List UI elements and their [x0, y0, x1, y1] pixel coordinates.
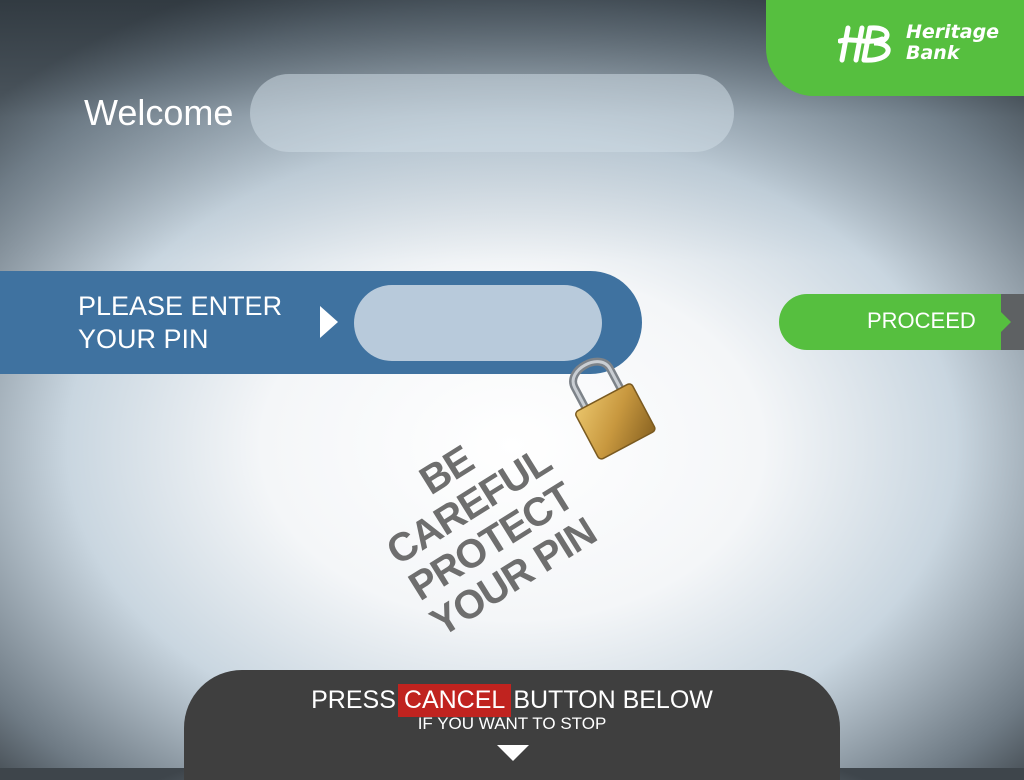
proceed-label: PROCEED — [867, 308, 976, 333]
bank-name-line2: Bank — [906, 42, 960, 64]
hb-logo-icon — [838, 25, 891, 63]
pin-prompt-line2: YOUR PIN — [78, 324, 209, 354]
cancel-highlight: CANCEL — [397, 684, 512, 717]
cancel-prefix: PRESS — [311, 686, 396, 714]
arrow-down-icon — [497, 745, 529, 761]
cancel-instruction: PRESS CANCEL BUTTON BELOW — [184, 684, 840, 717]
bank-name-line1: Heritage — [906, 21, 1000, 43]
proceed-button[interactable]: PROCEED — [779, 294, 1024, 350]
arrow-right-icon — [320, 306, 338, 338]
customer-name-field — [250, 74, 734, 152]
bank-name: Heritage Bank — [906, 22, 999, 64]
proceed-arrow-icon — [1001, 294, 1024, 350]
cancel-suffix: BUTTON BELOW — [513, 686, 713, 714]
pin-prompt-line1: PLEASE ENTER — [78, 291, 283, 321]
welcome-label: Welcome — [84, 92, 234, 133]
cancel-subtext: IF YOU WANT TO STOP — [417, 714, 607, 733]
bank-logo: Heritage Bank — [766, 0, 1024, 96]
pin-prompt: PLEASE ENTER YOUR PIN — [78, 290, 282, 356]
cancel-instruction-panel: PRESS CANCEL BUTTON BELOW IF YOU WANT TO S… — [184, 670, 840, 780]
